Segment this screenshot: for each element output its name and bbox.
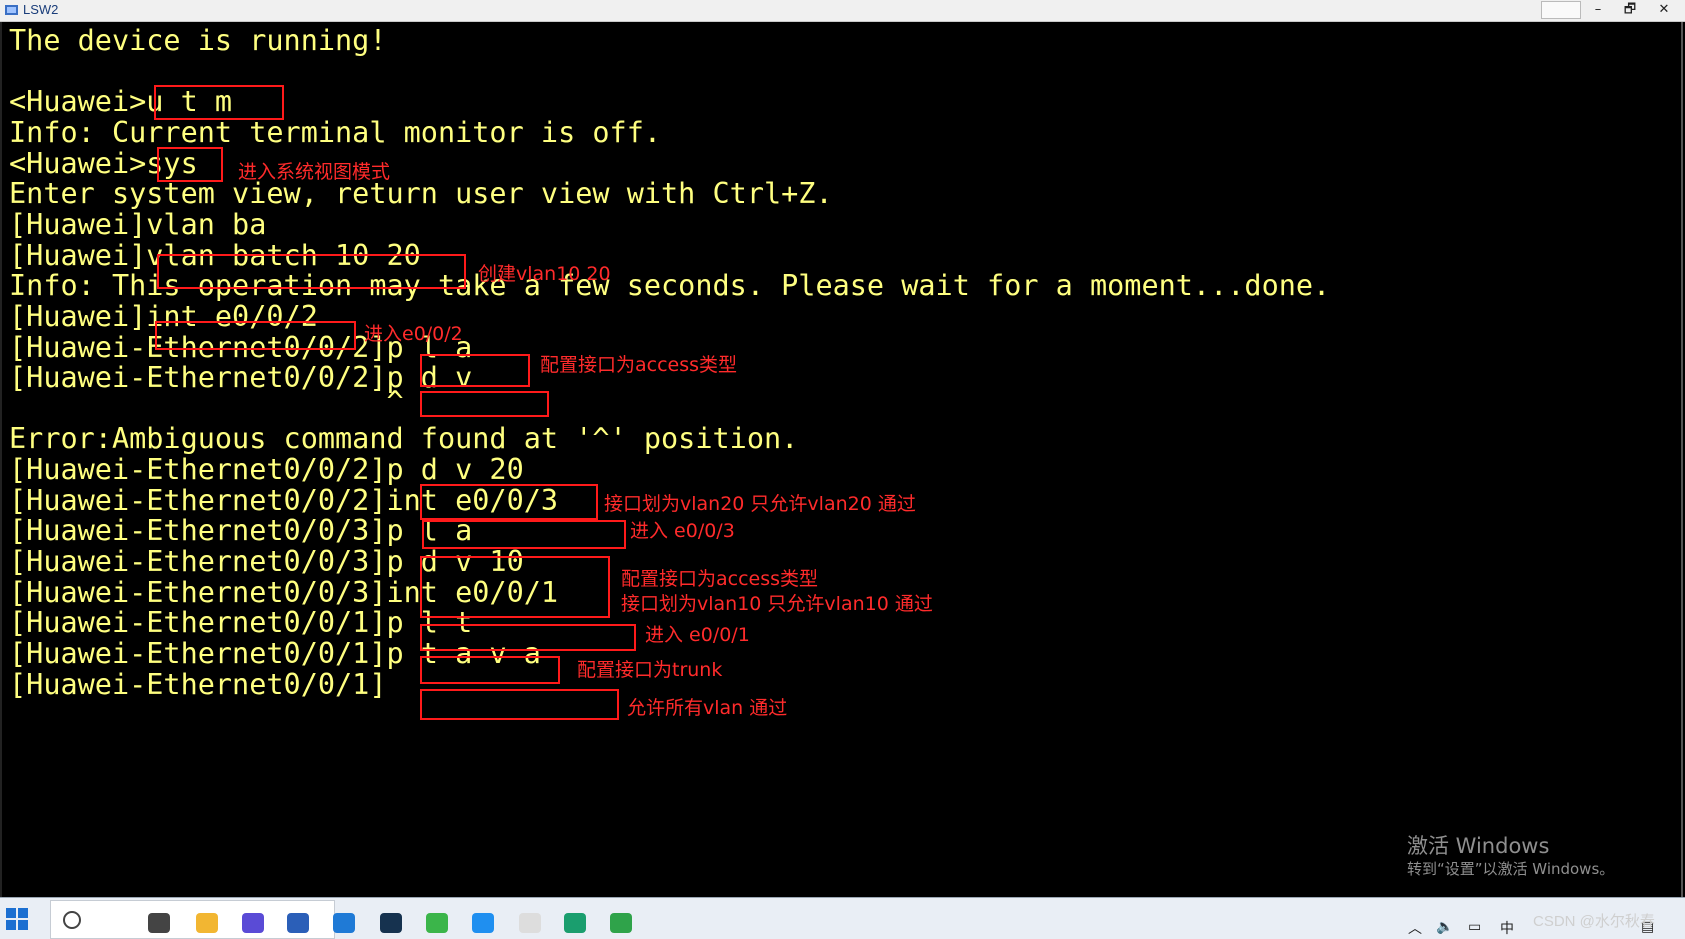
highlight-box [420,354,530,387]
annotation-int-e003: 进入 e0/0/3 [630,520,735,542]
ime-icon[interactable]: 中 [1500,918,1514,938]
terminal-console[interactable]: The device is running! <Huawei>u t m Inf… [0,22,1683,897]
visio-icon[interactable] [242,913,264,933]
annotation-int-e002: 进入e0/0/2 [364,323,463,345]
highlight-box [157,147,223,182]
terminal-line: Info: Current terminal monitor is off. [9,116,662,149]
highlight-box [154,85,284,120]
file-explorer-icon[interactable] [196,913,218,933]
word-icon[interactable] [287,913,309,933]
edge-icon[interactable] [564,913,586,933]
highlight-box [422,520,626,549]
highlight-box [157,254,466,289]
close-button[interactable]: ✕ [1646,0,1682,20]
chevron-up-icon[interactable]: ︿ [1408,918,1422,938]
highlight-box [420,391,549,417]
highlight-box [155,321,356,350]
terminal-line: [Huawei-Ethernet0/0/1]p l t [9,606,473,639]
terminal-line: [Huawei-Ethernet0/0/1] [9,668,387,701]
annotation-int-e001: 进入 e0/0/1 [645,624,750,646]
annotation-ptava: 允许所有vlan 通过 [627,697,788,719]
activation-watermark-subtitle: 转到“设置”以激活 Windows。 [1407,860,1615,878]
csdn-overlay: CSDN @水尔秋春 [1533,913,1655,930]
terminal-line: [Huawei-Ethernet0/0/3]p l a [9,514,473,547]
app-icon-blue[interactable] [472,913,494,933]
annotation-pla-1: 配置接口为access类型 [540,354,738,376]
terminal-line: Enter system view, return user view with… [9,177,833,210]
task-view-icon[interactable] [148,913,170,933]
terminal-line: [Huawei-Ethernet0/0/2]p d v 20 [9,453,524,486]
mail-icon[interactable] [333,913,355,933]
ensp-icon[interactable] [610,913,632,933]
volume-icon[interactable]: 🔈 [1436,918,1453,935]
terminal-line: The device is running! [9,24,387,57]
minimize-button[interactable]: – [1582,0,1614,20]
windows-start-icon[interactable] [6,908,28,930]
terminal-line: Error:Ambiguous command found at '^' pos… [9,422,799,455]
terminal-line: ^ [9,385,404,418]
highlight-box [420,656,560,684]
highlight-box [420,484,598,520]
titlebar-extra-button[interactable] [1541,1,1581,19]
terminal-line: [Huawei]vlan ba [9,208,267,241]
highlight-box [420,689,619,720]
highlight-box [420,624,636,651]
app-icon [5,5,18,15]
wechat-icon[interactable] [426,913,448,933]
steam-icon[interactable] [380,913,402,933]
taskbar: ︿ 🔈 ▭ 中 ▤ [0,897,1685,939]
annotation-pla-2: 配置接口为access类型 [621,568,819,590]
app-icon-light[interactable] [519,913,541,933]
annotation-plt: 配置接口为trunk [577,659,723,681]
annotation-pdv10: 接口划为vlan10 只允许vlan10 通过 [621,593,933,615]
highlight-box [420,556,610,618]
annotation-sys: 进入系统视图模式 [238,161,391,183]
window-titlebar: LSW2 – 🗗 ✕ [0,0,1685,22]
search-icon [63,911,81,929]
restore-button[interactable]: 🗗 [1614,0,1646,20]
annotation-pdv20: 接口划为vlan20 只允许vlan20 通过 [604,493,916,515]
annotation-vlan-batch: 创建vlan10 20 [478,263,611,285]
activation-watermark-title: 激活 Windows [1407,834,1550,858]
window-title: LSW2 [23,2,59,17]
network-icon[interactable]: ▭ [1468,918,1481,935]
